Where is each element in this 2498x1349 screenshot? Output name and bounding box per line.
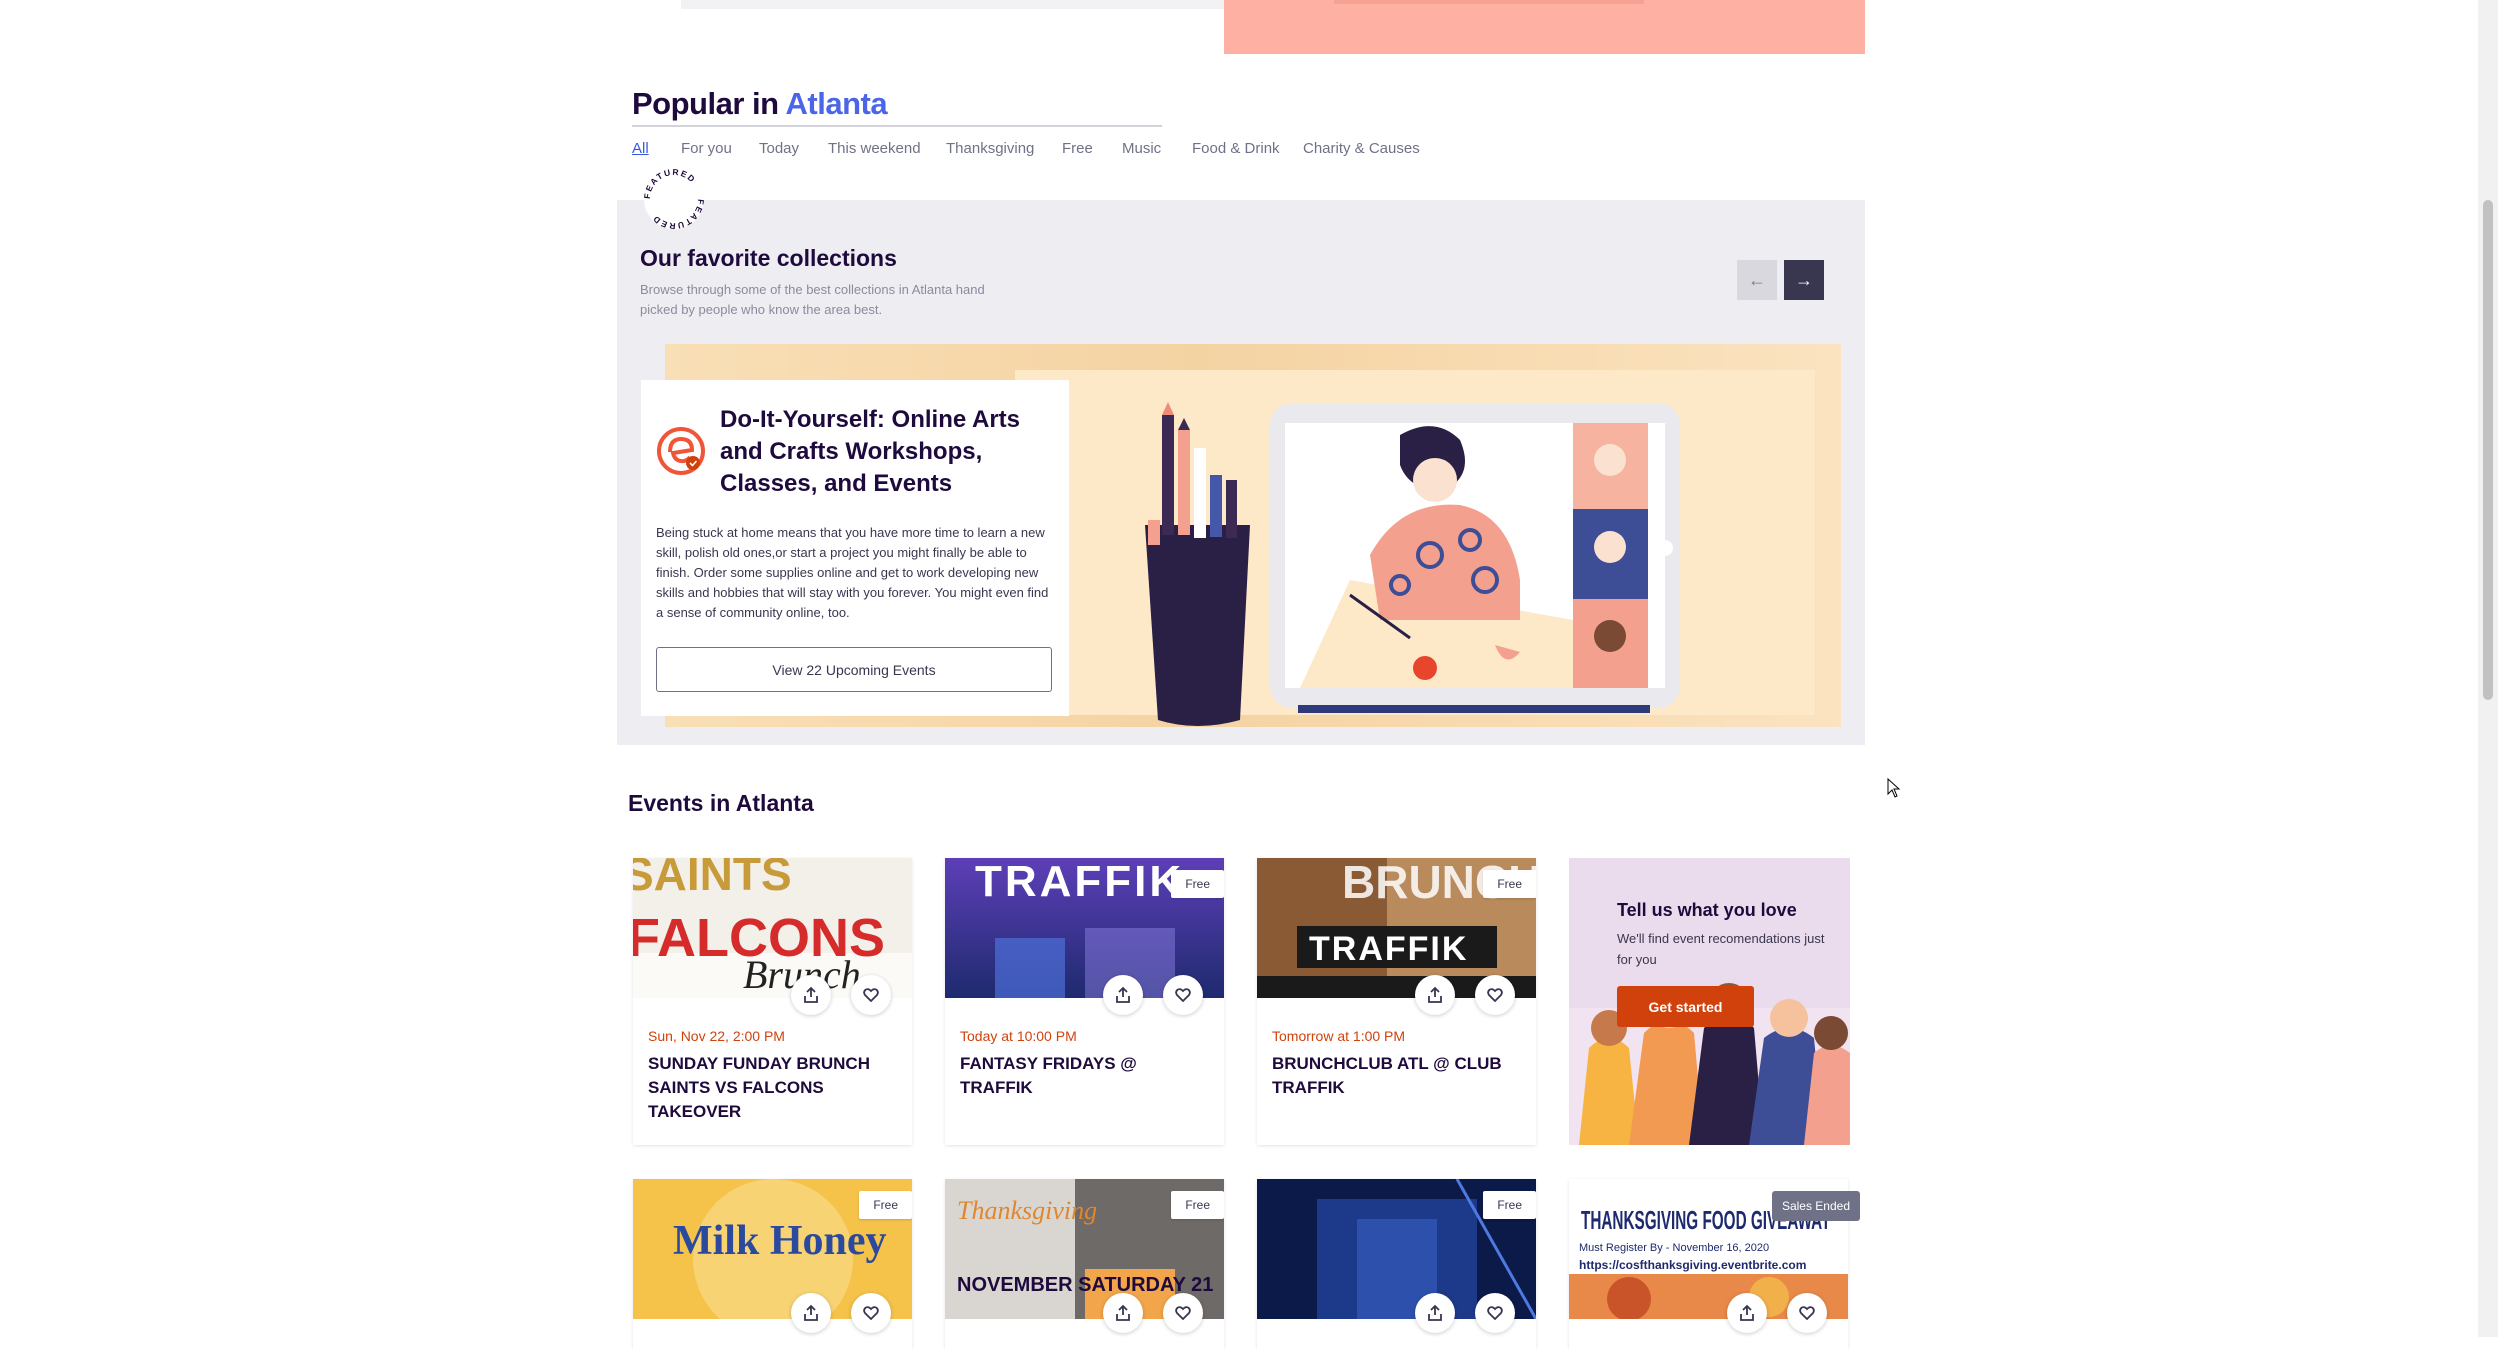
svg-text:Thanksgiving: Thanksgiving: [957, 1196, 1097, 1225]
collection-description: Being stuck at home means that you have …: [656, 525, 1049, 620]
popular-heading: Popular in Atlanta: [632, 86, 888, 122]
event-card[interactable]: NOVEMBER SATURDAY 21 Thanksgiving Free: [945, 1179, 1224, 1349]
tab-this-weekend[interactable]: This weekend: [828, 140, 921, 157]
like-button[interactable]: [851, 1293, 891, 1333]
heading-divider: [632, 125, 1162, 127]
like-button[interactable]: [851, 975, 891, 1015]
share-icon: [1740, 1304, 1754, 1321]
events-heading: Events in Atlanta: [628, 790, 814, 816]
share-button[interactable]: [1727, 1293, 1767, 1333]
carousel-next-button[interactable]: →: [1784, 260, 1824, 300]
arrow-left-icon: ←: [1748, 269, 1766, 290]
event-image-text: NOVEMBER SATURDAY 21: [957, 1274, 1213, 1296]
arts-crafts-illustration: [1145, 402, 1680, 726]
tab-free[interactable]: Free: [1062, 140, 1093, 157]
share-icon: [1428, 986, 1442, 1003]
heart-icon: [1175, 988, 1191, 1003]
share-icon: [1116, 1304, 1130, 1321]
event-card[interactable]: https://cosfthanksgiving.eventbrite.com …: [1569, 1179, 1860, 1349]
share-icon: [804, 1304, 818, 1321]
mouse-cursor-icon: [1887, 778, 1901, 798]
like-button[interactable]: [1787, 1293, 1827, 1333]
heart-icon: [1175, 1306, 1191, 1321]
share-button[interactable]: [791, 975, 831, 1015]
share-icon: [804, 986, 818, 1003]
share-button[interactable]: [1415, 1293, 1455, 1333]
event-title[interactable]: FANTASY FRIDAYS @ TRAFFIK: [960, 1052, 1212, 1100]
tab-music[interactable]: Music: [1122, 140, 1161, 157]
tab-food-drink[interactable]: Food & Drink: [1192, 140, 1280, 157]
share-icon: [1428, 1304, 1442, 1321]
svg-text:SAINTS: SAINTS: [633, 858, 792, 900]
carousel-prev-button[interactable]: ←: [1737, 260, 1777, 300]
like-button[interactable]: [1475, 975, 1515, 1015]
event-date: Tomorrow at 1:00 PM: [1272, 1028, 1406, 1044]
tab-charity-causes[interactable]: Charity & Causes: [1303, 140, 1420, 157]
event-title[interactable]: BRUNCHCLUB ATL @ CLUB TRAFFIK: [1272, 1052, 1524, 1100]
previous-section-remnant: [681, 0, 1226, 9]
get-started-button[interactable]: Get started: [1617, 986, 1754, 1027]
event-image-text: TRAFFIK: [975, 858, 1184, 906]
city-selector[interactable]: Atlanta: [786, 86, 888, 121]
event-card[interactable]: Free: [1257, 1179, 1536, 1349]
featured-badge-icon: FEATURED FEATURED: [642, 167, 705, 231]
event-title[interactable]: SUNDAY FUNDAY BRUNCH SAINTS VS FALCONS T…: [648, 1052, 900, 1124]
svg-text:Must Register By - November 16: Must Register By - November 16, 2020: [1579, 1242, 1769, 1254]
eventbrite-logo-icon: [657, 427, 705, 475]
sales-ended-badge: Sales Ended: [1771, 1191, 1860, 1221]
event-card[interactable]: Milk Honey Free: [633, 1179, 912, 1349]
tab-for-you[interactable]: For you: [681, 140, 732, 157]
free-badge: Free: [1171, 870, 1224, 898]
heart-icon: [863, 1306, 879, 1321]
promo-title: Tell us what you love: [1617, 900, 1797, 920]
arrow-right-icon: →: [1795, 269, 1813, 290]
tab-today[interactable]: Today: [759, 140, 799, 157]
like-button[interactable]: [1163, 975, 1203, 1015]
heart-icon: [1799, 1306, 1815, 1321]
share-button[interactable]: [791, 1293, 831, 1333]
collections-description: Browse through some of the best collecti…: [640, 282, 985, 317]
share-button[interactable]: [1103, 975, 1143, 1015]
collection-title[interactable]: Do-It-Yourself: Online Arts and Crafts W…: [720, 404, 1050, 500]
event-card[interactable]: SAINTS FALCONS Brunch Sun, Nov 22, 2:00 …: [633, 858, 912, 1145]
tab-all[interactable]: All: [632, 140, 649, 157]
event-date: Sun, Nov 22, 2:00 PM: [648, 1028, 785, 1044]
like-button[interactable]: [1163, 1293, 1203, 1333]
event-image-text: Milk Honey: [673, 1218, 887, 1264]
popular-prefix: Popular in: [632, 86, 779, 121]
event-card[interactable]: TRAFFIK Free Today at 10:00 PM FANTASY F…: [945, 858, 1224, 1145]
share-button[interactable]: [1415, 975, 1455, 1015]
event-date: Today at 10:00 PM: [960, 1028, 1077, 1044]
collections-title: Our favorite collections: [640, 245, 897, 271]
heart-icon: [1487, 1306, 1503, 1321]
promo-subtitle: We'll find event recomendations just for…: [1617, 931, 1825, 967]
like-button[interactable]: [1475, 1293, 1515, 1333]
heart-icon: [863, 988, 879, 1003]
free-badge: Free: [1171, 1191, 1224, 1219]
share-icon: [1116, 986, 1130, 1003]
event-card[interactable]: BRUNCH TRAFFIK Free Tomorrow at 1:00 PM …: [1257, 858, 1536, 1145]
view-upcoming-events-button[interactable]: View 22 Upcoming Events: [656, 647, 1052, 692]
scrollbar-thumb[interactable]: [2483, 200, 2493, 700]
free-badge: Free: [859, 1191, 912, 1219]
event-image-text: TRAFFIK: [1309, 930, 1468, 968]
previous-banner-remnant: [1224, 0, 1865, 54]
free-badge: Free: [1483, 1191, 1536, 1219]
share-button[interactable]: [1103, 1293, 1143, 1333]
free-badge: Free: [1483, 870, 1536, 898]
heart-icon: [1487, 988, 1503, 1003]
svg-text:https://cosfthanksgiving.event: https://cosfthanksgiving.eventbrite.com: [1579, 1258, 1806, 1272]
tab-thanksgiving[interactable]: Thanksgiving: [946, 140, 1034, 157]
